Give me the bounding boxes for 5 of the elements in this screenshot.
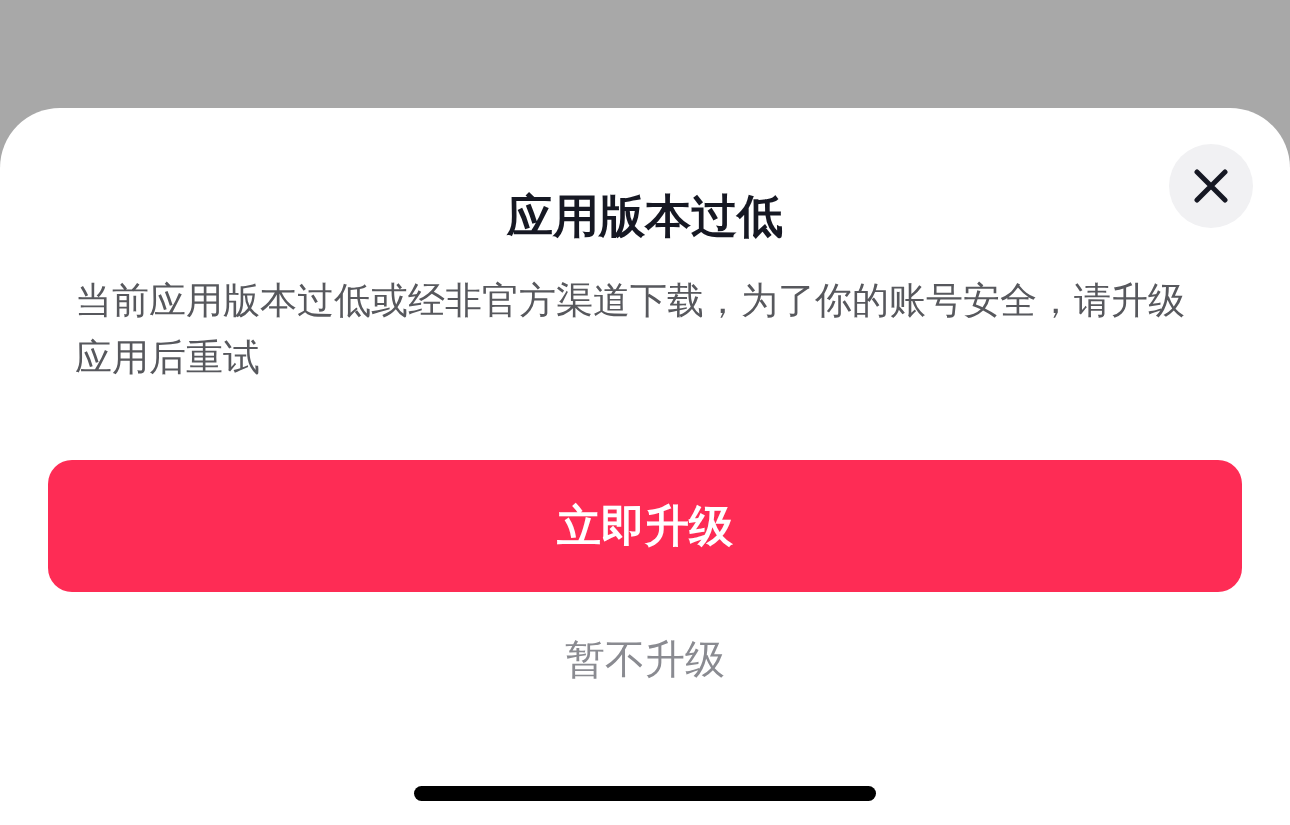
skip-button[interactable]: 暂不升级 bbox=[555, 628, 735, 691]
dialog-message: 当前应用版本过低或经非官方渠道下载，为了你的账号安全，请升级应用后重试 bbox=[75, 278, 1186, 381]
dialog-title: 应用版本过低 bbox=[506, 188, 784, 244]
upgrade-button[interactable]: 立即升级 bbox=[48, 460, 1242, 592]
close-icon bbox=[1194, 169, 1228, 203]
